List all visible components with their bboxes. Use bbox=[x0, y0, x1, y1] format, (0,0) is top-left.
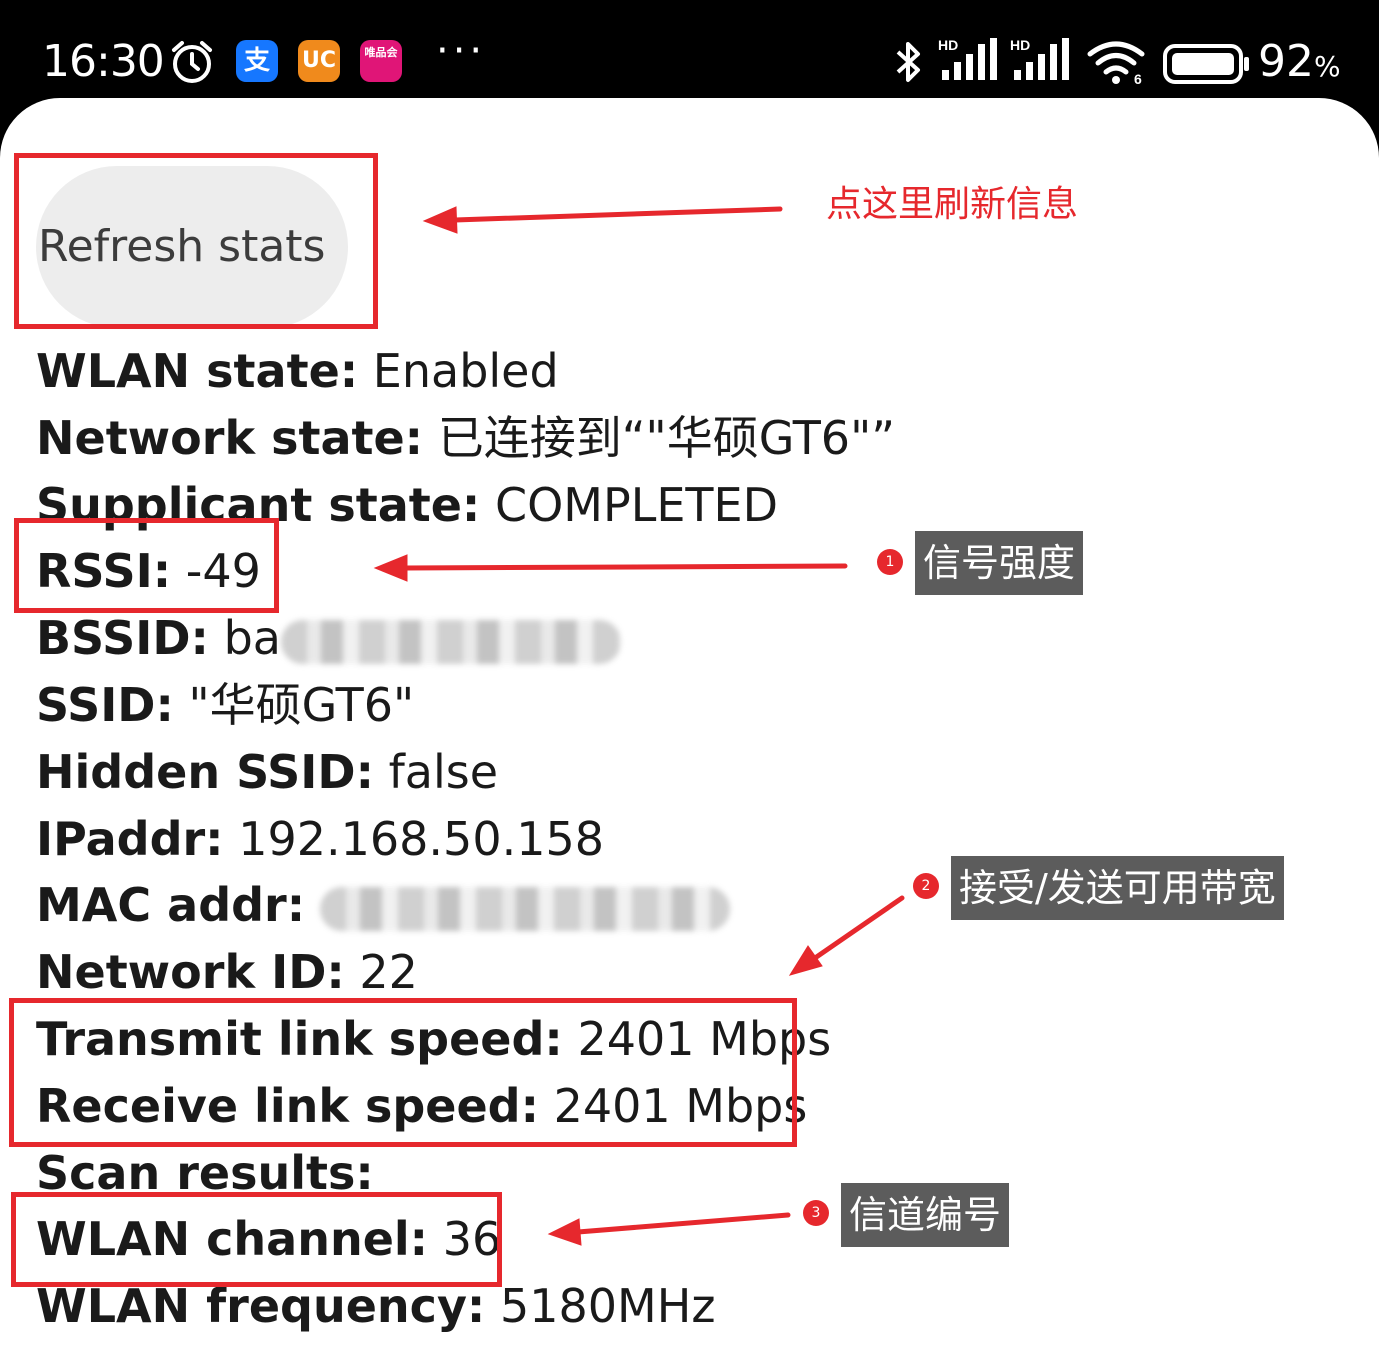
arrow-channel bbox=[547, 1212, 791, 1246]
arrow-rssi bbox=[373, 554, 848, 582]
arrow-bandwidth bbox=[788, 895, 905, 976]
annotation-arrows bbox=[373, 206, 905, 1246]
arrow-refresh bbox=[422, 206, 783, 234]
